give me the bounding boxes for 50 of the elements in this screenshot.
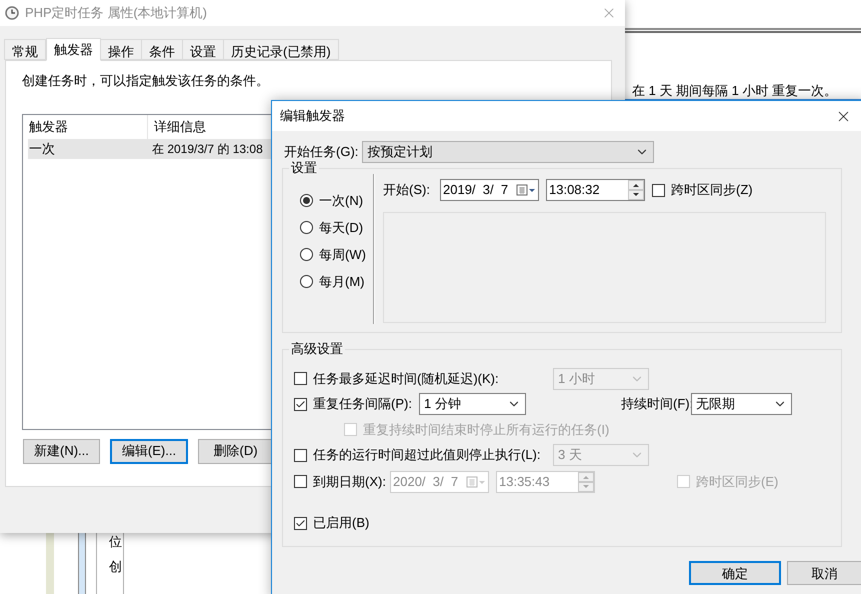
scrollbar[interactable]: [78, 533, 86, 594]
property-label: 创: [109, 558, 123, 576]
radio-button[interactable]: [300, 194, 313, 207]
table-cell-text: 一次: [28, 140, 56, 158]
spinner-icon[interactable]: [628, 180, 644, 200]
radio-option[interactable]: 一次(N): [300, 187, 373, 214]
dropdown[interactable]: 按预定计划: [362, 141, 654, 163]
checkbox-row[interactable]: 重复任务间隔(P):: [294, 394, 419, 414]
action-button[interactable]: 编辑(E)...: [110, 438, 188, 464]
group-title: 设置: [290, 161, 318, 175]
window-title: PHP定时任务 属性(本地计算机): [25, 4, 208, 22]
time-field[interactable]: 13:08:32: [546, 179, 645, 201]
clock-icon: [5, 6, 19, 20]
tab[interactable]: 操作: [100, 39, 142, 60]
dialog-title: 编辑触发器: [280, 107, 345, 126]
radio-button[interactable]: [300, 221, 313, 234]
sync-checkbox-row[interactable]: 跨时区同步(Z): [652, 180, 753, 200]
radio-option[interactable]: 每月(M): [300, 268, 373, 295]
checkbox[interactable]: [294, 398, 307, 410]
date-field[interactable]: 2019/ 3/ 7: [440, 179, 539, 201]
radio-button[interactable]: [300, 248, 313, 261]
checkbox[interactable]: [294, 516, 307, 530]
property-label: 位: [109, 533, 123, 551]
dropdown[interactable]: 无限期: [691, 393, 792, 415]
sidebar-strip: [46, 533, 54, 594]
action-button[interactable]: 删除(D): [198, 438, 274, 464]
field-label: 开始任务(G):: [284, 143, 358, 162]
dialog-button[interactable]: 取消: [787, 561, 861, 585]
summary-text: 在 1 天 期间每隔 1 小时 重复一次。: [632, 82, 838, 100]
tab[interactable]: 触发器: [46, 38, 101, 61]
group-title: 高级设置: [290, 342, 344, 356]
field-label: 开始(S):: [383, 181, 431, 200]
radio-option[interactable]: 每周(W): [300, 241, 373, 268]
tab[interactable]: 设置: [182, 39, 224, 60]
dialog-button[interactable]: 确定: [689, 561, 781, 585]
tab[interactable]: 历史记录(已禁用): [223, 39, 339, 60]
calendar-icon: [516, 184, 536, 196]
check-icon: [295, 398, 306, 410]
check-icon: [295, 518, 306, 528]
checkbox-row[interactable]: 已启用(B): [294, 513, 370, 533]
action-button[interactable]: 新建(N)...: [23, 438, 100, 464]
calendar-icon: [466, 476, 486, 488]
dropdown[interactable]: 1 分钟: [419, 393, 526, 415]
description-text: 创建任务时，可以指定触发该任务的条件。: [22, 72, 270, 90]
radio-option[interactable]: 每天(D): [300, 214, 373, 241]
tab[interactable]: 条件: [141, 39, 183, 60]
radio-button[interactable]: [300, 275, 313, 288]
table-cell-text: 在 2019/3/7 的 13:08: [151, 140, 263, 158]
checkbox[interactable]: [652, 184, 665, 196]
tab[interactable]: 常规: [4, 39, 46, 60]
